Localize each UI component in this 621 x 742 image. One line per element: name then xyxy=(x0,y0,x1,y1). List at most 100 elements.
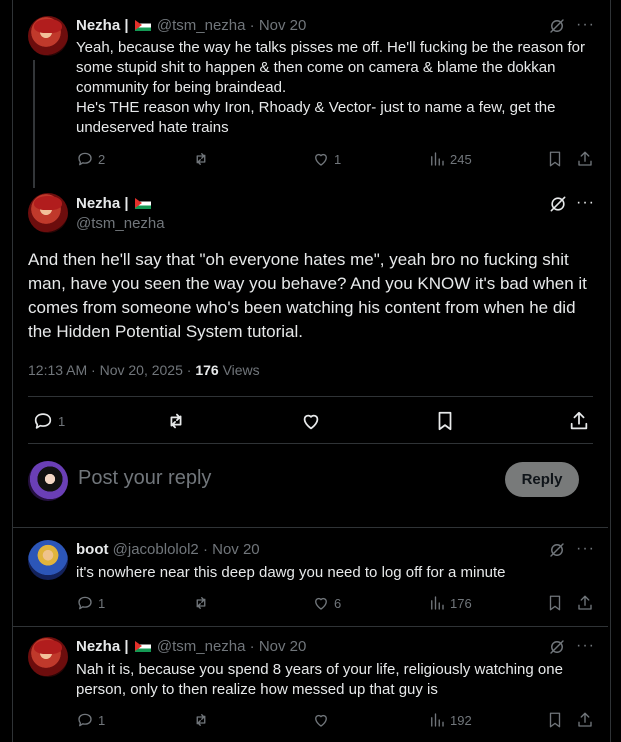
main-reply-button[interactable]: 1 xyxy=(32,410,65,432)
flag-icon xyxy=(134,641,151,652)
reply-count: 1 xyxy=(98,712,106,728)
grok-icon[interactable] xyxy=(548,541,566,564)
main-timestamp[interactable]: 12:13 AM · Nov 20, 2025 · xyxy=(28,362,195,378)
tweet-actions: 2 1 245 xyxy=(76,150,596,172)
bookmark-button[interactable] xyxy=(546,150,564,168)
main-reply-count: 1 xyxy=(58,413,66,429)
main-views-count: 176 xyxy=(195,362,219,378)
display-name[interactable]: Nezha | xyxy=(76,638,129,655)
main-like-button[interactable] xyxy=(300,410,322,437)
more-icon[interactable]: ··· xyxy=(576,16,595,34)
more-icon[interactable]: ··· xyxy=(576,540,595,558)
like-count: 1 xyxy=(334,151,342,167)
grok-icon[interactable] xyxy=(548,638,566,661)
display-name[interactable]: Nezha | xyxy=(76,17,129,34)
avatar[interactable] xyxy=(28,637,68,677)
avatar[interactable] xyxy=(28,540,68,580)
grok-icon[interactable] xyxy=(548,17,566,40)
main-views-label: Views xyxy=(218,362,260,378)
repost-button[interactable] xyxy=(192,711,214,729)
handle[interactable]: @jacoblolol2 xyxy=(113,541,199,558)
tweet-header: Nezha | @tsm_nezha · Nov 20 xyxy=(76,16,306,36)
bookmark-icon xyxy=(549,151,561,167)
divider xyxy=(28,396,593,397)
repost-icon xyxy=(196,597,206,609)
repost-button[interactable] xyxy=(192,150,214,168)
main-display-name[interactable]: Nezha | xyxy=(76,195,129,212)
avatar[interactable] xyxy=(28,16,68,56)
divider xyxy=(28,443,593,444)
main-handle[interactable]: @tsm_nezha xyxy=(76,214,165,234)
timestamp[interactable]: Nov 20 xyxy=(212,541,260,558)
reply-icon xyxy=(78,152,92,166)
views-count: 245 xyxy=(450,151,472,167)
bookmark-button[interactable] xyxy=(546,594,564,612)
views-icon xyxy=(431,152,444,166)
main-tweet-text: And then he'll say that "oh everyone hat… xyxy=(28,250,587,341)
tweet-actions: 1 6 176 xyxy=(76,594,596,616)
display-name[interactable]: boot xyxy=(76,541,108,558)
reply-button[interactable]: 1 xyxy=(76,711,105,729)
main-avatar[interactable] xyxy=(28,193,68,233)
thread-line xyxy=(33,60,35,188)
bookmark-button[interactable] xyxy=(546,711,564,729)
reply-count: 1 xyxy=(98,595,106,611)
like-button[interactable]: 1 xyxy=(312,150,341,168)
reply-button[interactable]: 2 xyxy=(76,150,105,168)
flag-icon xyxy=(134,20,151,31)
repost-button[interactable] xyxy=(192,594,214,612)
share-button[interactable] xyxy=(576,711,594,729)
divider xyxy=(13,626,608,627)
more-icon[interactable]: ··· xyxy=(576,637,595,655)
tweet-text: it's nowhere near this deep dawg you nee… xyxy=(76,564,506,581)
timestamp[interactable]: Nov 20 xyxy=(259,638,307,655)
views-button[interactable]: 245 xyxy=(428,150,472,168)
like-count: 6 xyxy=(334,595,342,611)
views-button[interactable]: 176 xyxy=(428,594,472,612)
share-button[interactable] xyxy=(576,594,594,612)
reply-icon xyxy=(34,413,52,429)
main-tweet-meta: 12:13 AM · Nov 20, 2025 · 176 Views xyxy=(28,360,260,380)
main-bookmark-button[interactable] xyxy=(434,410,456,437)
share-icon xyxy=(578,712,592,727)
reply-submit-button[interactable]: Reply xyxy=(505,462,579,497)
handle[interactable]: @tsm_nezha xyxy=(157,638,246,655)
grok-icon[interactable] xyxy=(548,194,568,219)
reply-input[interactable]: Post your reply xyxy=(78,467,211,490)
repost-icon xyxy=(196,714,206,726)
reply-count: 2 xyxy=(98,151,106,167)
main-tweet-header: Nezha | xyxy=(76,194,153,214)
share-button[interactable] xyxy=(576,150,594,168)
like-button[interactable] xyxy=(312,711,334,729)
share-icon xyxy=(570,411,588,430)
like-icon xyxy=(315,153,327,166)
like-icon xyxy=(315,597,327,610)
views-icon xyxy=(431,596,444,610)
separator: · xyxy=(202,541,208,558)
tweet-header: boot @jacoblolol2 · Nov 20 xyxy=(76,540,260,560)
like-icon xyxy=(303,414,319,430)
divider xyxy=(13,527,608,528)
repost-icon xyxy=(170,413,182,429)
tweet-actions: 1 192 xyxy=(76,711,596,733)
my-avatar[interactable] xyxy=(28,461,68,501)
main-repost-button[interactable] xyxy=(165,410,187,437)
more-icon[interactable]: ··· xyxy=(576,194,595,212)
reply-icon xyxy=(78,713,92,727)
bookmark-icon xyxy=(549,595,561,611)
bookmark-icon xyxy=(438,411,452,431)
like-button[interactable]: 6 xyxy=(312,594,341,612)
separator: · xyxy=(249,17,255,34)
tweet-header: Nezha | @tsm_nezha · Nov 20 xyxy=(76,637,306,657)
handle[interactable]: @tsm_nezha xyxy=(157,17,246,34)
views-button[interactable]: 192 xyxy=(428,711,472,729)
main-share-button[interactable] xyxy=(568,410,590,437)
main-handle-text: @tsm_nezha xyxy=(76,215,165,232)
timestamp[interactable]: Nov 20 xyxy=(259,17,307,34)
separator: · xyxy=(249,638,255,655)
share-icon xyxy=(578,595,592,610)
reply-button[interactable]: 1 xyxy=(76,594,105,612)
views-icon xyxy=(431,713,444,727)
bookmark-icon xyxy=(549,712,561,728)
views-count: 192 xyxy=(450,712,472,728)
